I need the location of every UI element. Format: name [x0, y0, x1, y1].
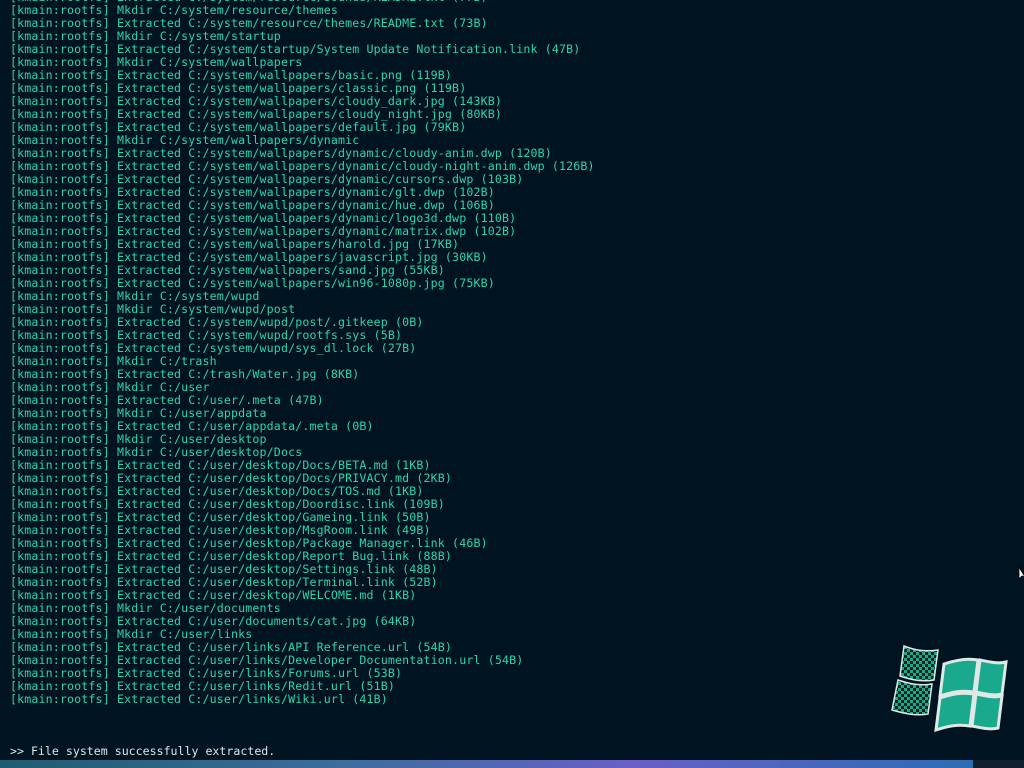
log-line: [kmain:rootfs] Extracted C:/user/links/W…	[10, 692, 388, 706]
progress-bar	[0, 760, 1024, 768]
boot-log: [kmain:rootfs] Extracted C:/system/resou…	[10, 0, 1000, 723]
status-message: File system successfully extracted.	[30, 744, 276, 758]
status-prompt: >>	[10, 744, 24, 758]
status-line: >> File system successfully extracted.	[10, 745, 275, 758]
windows-flag-logo-icon	[891, 644, 1008, 733]
progress-bar-fill	[0, 760, 973, 768]
mouse-pointer-icon	[1018, 566, 1024, 580]
